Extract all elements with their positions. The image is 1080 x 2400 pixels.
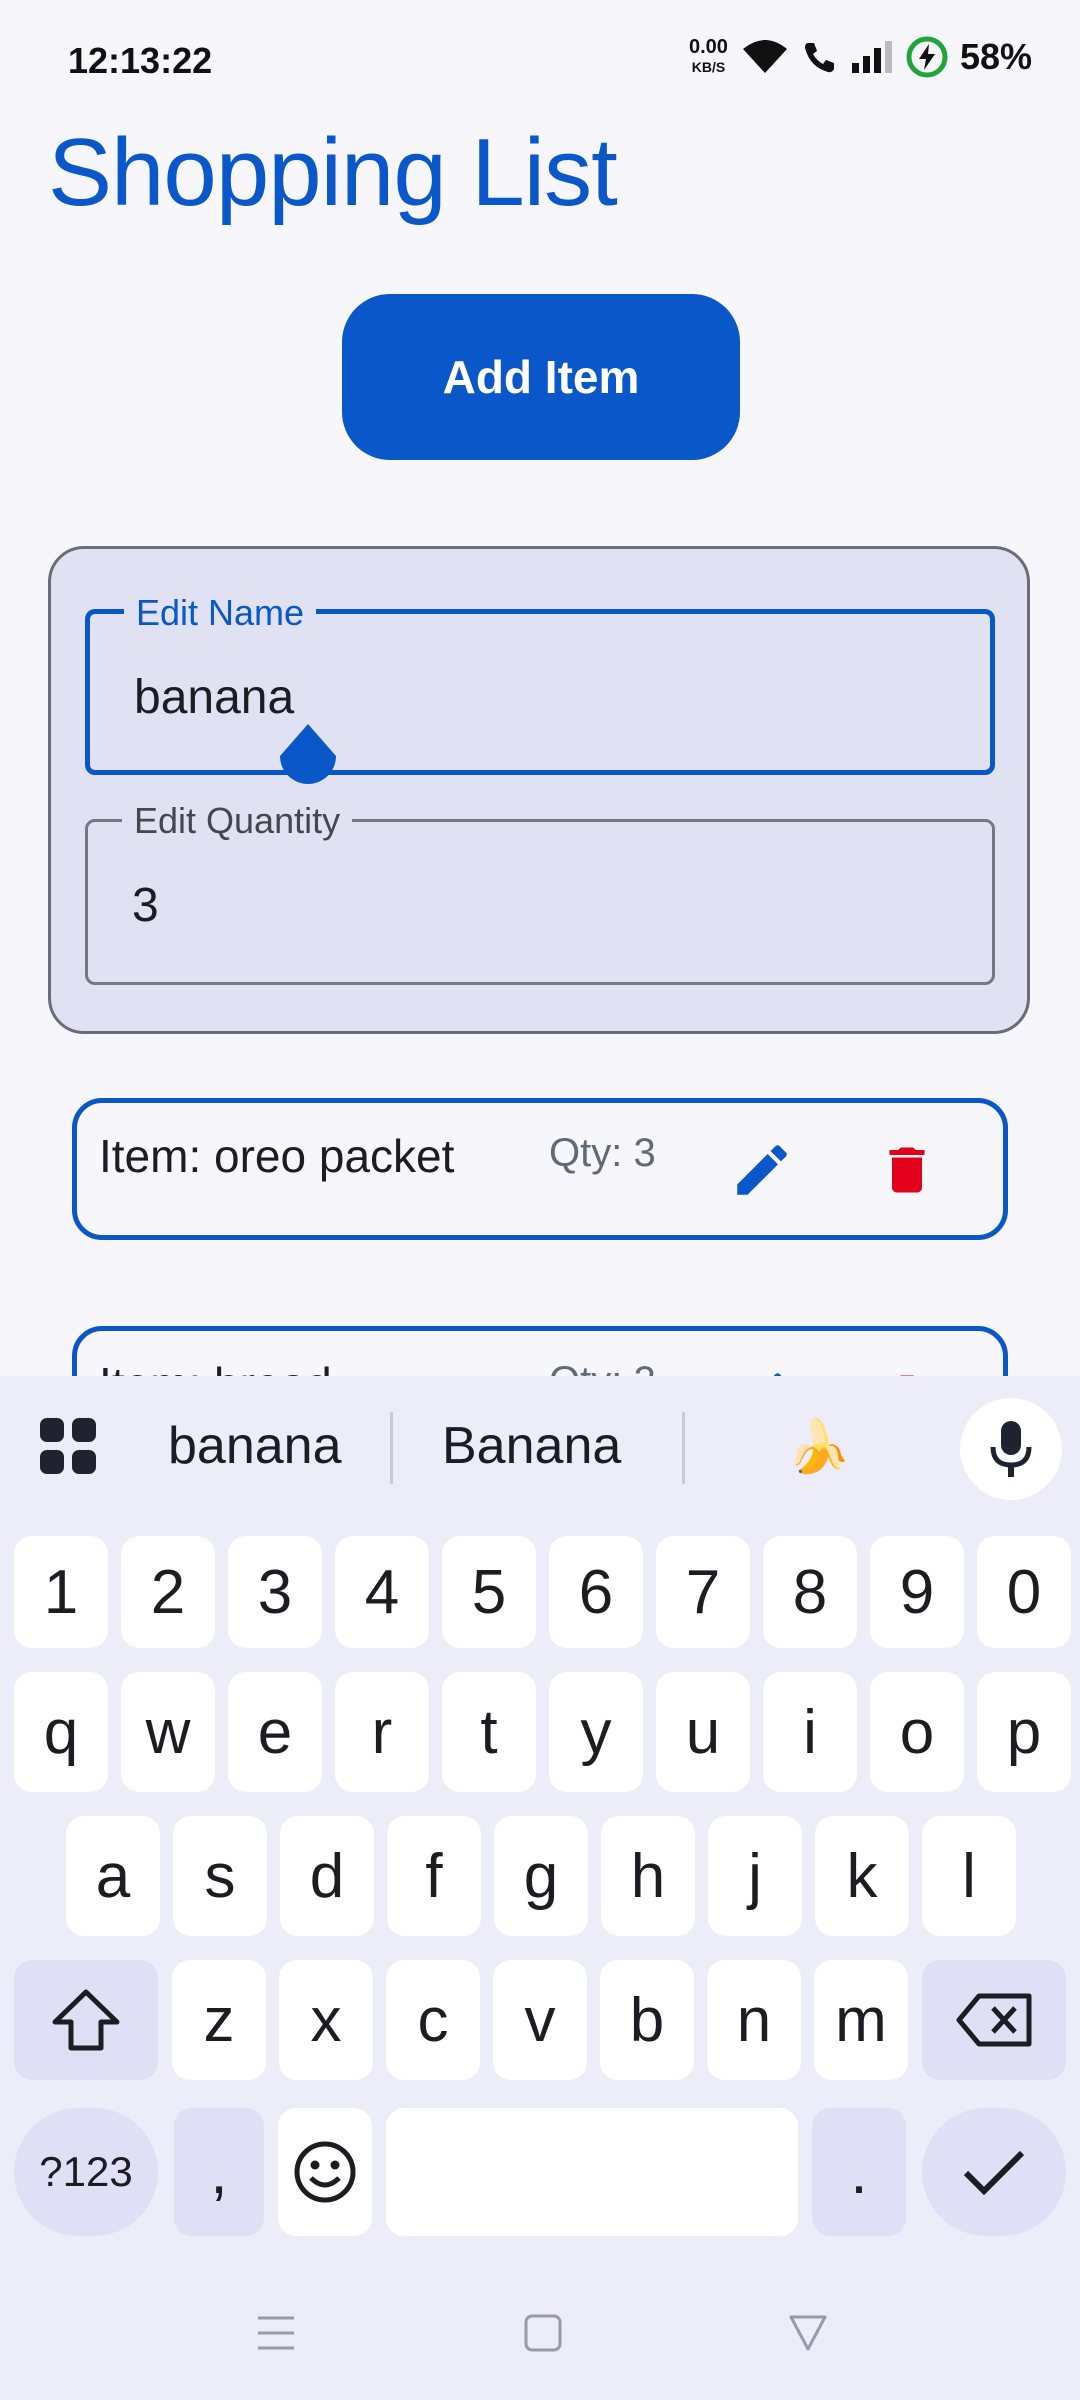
number-key[interactable]: 7 <box>656 1536 750 1648</box>
item-name: Item: oreo packet <box>99 1130 455 1182</box>
symbols-key[interactable]: ?123 <box>14 2108 158 2236</box>
delete-icon[interactable] <box>877 1137 937 1203</box>
period-key[interactable]: . <box>812 2108 906 2236</box>
back-button[interactable] <box>788 2314 828 2357</box>
backspace-key[interactable] <box>922 1960 1066 2080</box>
letter-key[interactable]: x <box>279 1960 373 2080</box>
checkmark-icon <box>963 2150 1025 2196</box>
edit-item-card: Edit Name banana Edit Quantity 3 <box>48 546 1030 1034</box>
network-speed: 0.00 KB/S <box>689 37 728 77</box>
shift-key[interactable] <box>14 1960 158 2080</box>
letter-key[interactable]: i <box>763 1672 857 1792</box>
microphone-icon <box>990 1421 1032 1477</box>
shift-icon <box>52 1989 120 2051</box>
letter-key[interactable]: s <box>173 1816 267 1936</box>
letter-key[interactable]: b <box>600 1960 694 2080</box>
letter-key[interactable]: r <box>335 1672 429 1792</box>
edit-name-field[interactable]: Edit Name banana <box>85 592 995 775</box>
suggestion-2[interactable]: Banana <box>442 1416 621 1476</box>
letter-key[interactable]: a <box>66 1816 160 1936</box>
suggestion-divider <box>682 1412 685 1484</box>
back-triangle-icon <box>789 2315 827 2351</box>
number-key[interactable]: 6 <box>549 1536 643 1648</box>
keyboard: banana Banana 🍌 1234567890 qwertyuiop as… <box>0 1376 1080 2400</box>
backspace-icon <box>956 1993 1032 2047</box>
space-key[interactable] <box>386 2108 798 2236</box>
letter-key[interactable]: f <box>387 1816 481 1936</box>
number-key[interactable]: 4 <box>335 1536 429 1648</box>
add-item-button[interactable]: Add Item <box>342 294 740 460</box>
status-time: 12:13:22 <box>68 40 213 81</box>
system-navigation-bar <box>0 2250 1080 2400</box>
letter-key[interactable]: m <box>814 1960 908 2080</box>
letter-key[interactable]: u <box>656 1672 750 1792</box>
edit-quantity-value[interactable]: 3 <box>132 878 159 933</box>
edit-name-value[interactable]: banana <box>134 670 294 725</box>
letter-key[interactable]: e <box>228 1672 322 1792</box>
number-key[interactable]: 5 <box>442 1536 536 1648</box>
number-key[interactable]: 0 <box>977 1536 1071 1648</box>
letter-key[interactable]: o <box>870 1672 964 1792</box>
number-key[interactable]: 9 <box>870 1536 964 1648</box>
voice-input-button[interactable] <box>960 1398 1062 1500</box>
number-key[interactable]: 3 <box>228 1536 322 1648</box>
home-square-icon <box>524 2314 562 2352</box>
letter-key[interactable]: g <box>494 1816 588 1936</box>
item-qty: Qty: 3 <box>549 1131 656 1175</box>
letter-key[interactable]: t <box>442 1672 536 1792</box>
edit-quantity-label: Edit Quantity <box>122 800 353 842</box>
smiley-icon <box>294 2141 356 2203</box>
suggestion-divider <box>390 1412 393 1484</box>
letter-key[interactable]: z <box>172 1960 266 2080</box>
number-key[interactable]: 1 <box>14 1536 108 1648</box>
recents-button[interactable] <box>256 2314 296 2357</box>
text-cursor-handle[interactable] <box>276 722 340 802</box>
letter-key[interactable]: n <box>707 1960 801 2080</box>
letter-key[interactable]: v <box>493 1960 587 2080</box>
letter-key[interactable]: y <box>549 1672 643 1792</box>
status-icons: 0.00 KB/S 58% <box>689 36 1032 78</box>
emoji-key[interactable] <box>278 2108 372 2236</box>
suggestion-1[interactable]: banana <box>168 1416 342 1476</box>
letter-key[interactable]: q <box>14 1672 108 1792</box>
network-speed-unit: KB/S <box>691 59 726 75</box>
done-key[interactable] <box>922 2108 1066 2236</box>
letter-key[interactable]: j <box>708 1816 802 1936</box>
edit-name-label: Edit Name <box>124 592 317 634</box>
edit-icon[interactable] <box>729 1137 795 1203</box>
wifi-call-icon <box>804 43 834 73</box>
page-title: Shopping List <box>48 119 618 226</box>
letter-key[interactable]: w <box>121 1672 215 1792</box>
edit-quantity-field[interactable]: Edit Quantity 3 <box>85 800 995 985</box>
network-speed-value: 0.00 <box>689 36 728 58</box>
battery-percent: 58% <box>959 36 1032 77</box>
apps-grid-icon[interactable] <box>38 1416 98 1476</box>
battery-charging-icon <box>906 36 948 78</box>
letter-key[interactable]: h <box>601 1816 695 1936</box>
letter-key[interactable]: l <box>922 1816 1016 1936</box>
menu-icon <box>258 2316 294 2350</box>
status-bar: 12:13:22 0.00 KB/S 58% <box>0 0 1080 90</box>
signal-icon <box>851 41 892 73</box>
letter-key[interactable]: d <box>280 1816 374 1936</box>
comma-key[interactable]: , <box>174 2108 264 2236</box>
list-item[interactable]: Item: oreo packet Qty: 3 <box>72 1098 1008 1240</box>
home-button[interactable] <box>524 2314 562 2357</box>
suggestion-bar: banana Banana 🍌 <box>0 1376 1080 1516</box>
letter-key[interactable]: p <box>977 1672 1071 1792</box>
letter-key[interactable]: k <box>815 1816 909 1936</box>
number-key[interactable]: 2 <box>121 1536 215 1648</box>
wifi-icon <box>742 40 787 73</box>
number-key[interactable]: 8 <box>763 1536 857 1648</box>
suggestion-emoji[interactable]: 🍌 <box>786 1416 851 1477</box>
letter-key[interactable]: c <box>386 1960 480 2080</box>
